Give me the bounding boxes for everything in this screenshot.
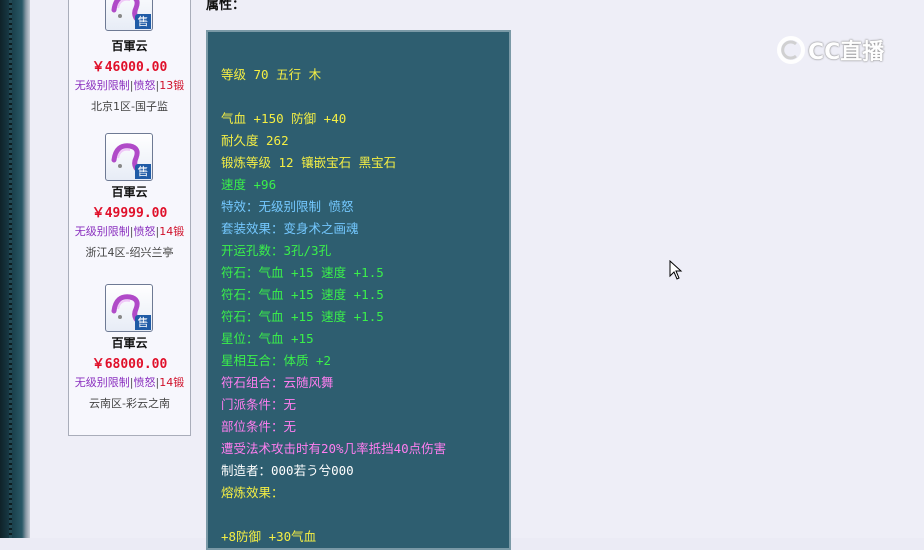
item-icon[interactable]: 售 (105, 133, 153, 181)
item-server: 北京1区-国子监 (91, 100, 168, 113)
tag-special: 无级别限制 (74, 79, 130, 92)
item-icon[interactable]: 售 (105, 0, 153, 31)
attr-line: 速度 +96 (221, 177, 277, 192)
item-tags: 无级别限制|愤怒|14锻 (69, 374, 190, 390)
attr-line: 部位条件：无 (221, 419, 297, 434)
attr-line: 符石：气血 +15 速度 +1.5 (221, 287, 384, 302)
item-price: ￥49999.00 (91, 206, 168, 221)
attr-line: 气血 +150 防御 +40 (221, 111, 347, 126)
tag-special: 无级别限制 (74, 376, 130, 389)
attributes-panel: 等级 70 五行 木 气血 +150 防御 +40 耐久度 262 锻炼等级 1… (206, 30, 511, 550)
tag-effect: 愤怒 (133, 225, 156, 238)
tag-special: 无级别限制 (74, 225, 130, 238)
item-tags: 无级别限制|愤怒|13锻 (69, 77, 190, 93)
attr-line: 特效：无级别限制 愤怒 (221, 199, 354, 214)
cc-logo-icon (777, 36, 805, 64)
attr-line: 星相互合：体质 +2 (221, 353, 332, 368)
mouse-cursor-icon (669, 260, 683, 280)
attributes-heading: 属性： (206, 0, 246, 13)
item-price: ￥68000.00 (91, 357, 168, 372)
attr-line: +8防御 +30气血 (221, 529, 317, 544)
stream-watermark: CC直播 (776, 34, 884, 66)
attr-line: 锻炼等级 12 镶嵌宝石 黑宝石 (221, 155, 397, 170)
tag-forge: 13锻 (159, 79, 185, 92)
item-price: ￥46000.00 (91, 60, 168, 75)
sale-badge: 售 (135, 14, 151, 29)
item-tags: 无级别限制|愤怒|14锻 (69, 223, 190, 239)
attr-line: 耐久度 262 (221, 133, 289, 148)
sale-badge: 售 (135, 315, 151, 330)
tag-forge: 14锻 (159, 376, 185, 389)
watermark-text: CC直播 (808, 40, 885, 65)
item-server: 云南区-彩云之南 (89, 397, 170, 410)
item-server: 浙江4区-绍兴兰亭 (85, 246, 174, 259)
attr-line: 星位：气血 +15 (221, 331, 314, 346)
tag-forge: 14锻 (159, 225, 185, 238)
attr-line: 套装效果：变身术之画魂 (221, 221, 359, 236)
item-icon[interactable]: 售 (105, 284, 153, 332)
left-edge-strip (0, 0, 30, 538)
listing-panel: 售 百軍云 ￥46000.00 无级别限制|愤怒|13锻 北京1区-国子监 售 … (68, 0, 191, 436)
sale-badge: 售 (135, 164, 151, 179)
tag-effect: 愤怒 (133, 376, 156, 389)
attr-line: 制造者：000若う兮000 (221, 463, 354, 478)
attr-line: 熔炼效果： (221, 485, 284, 500)
item-name[interactable]: 百軍云 (69, 37, 190, 54)
attr-line: 遭受法术攻击时有20%几率抵挡40点伤害 (221, 441, 447, 456)
attr-line: 门派条件：无 (221, 397, 297, 412)
item-name[interactable]: 百軍云 (69, 334, 190, 351)
attr-line: 符石：气血 +15 速度 +1.5 (221, 265, 384, 280)
item-name[interactable]: 百軍云 (69, 183, 190, 200)
attr-line: 符石组合：云随风舞 (221, 375, 334, 390)
tag-effect: 愤怒 (133, 79, 156, 92)
attr-line: 等级 70 五行 木 (221, 67, 322, 82)
attr-line: 开运孔数：3孔/3孔 (221, 243, 332, 258)
attr-line: 符石：气血 +15 速度 +1.5 (221, 309, 384, 324)
